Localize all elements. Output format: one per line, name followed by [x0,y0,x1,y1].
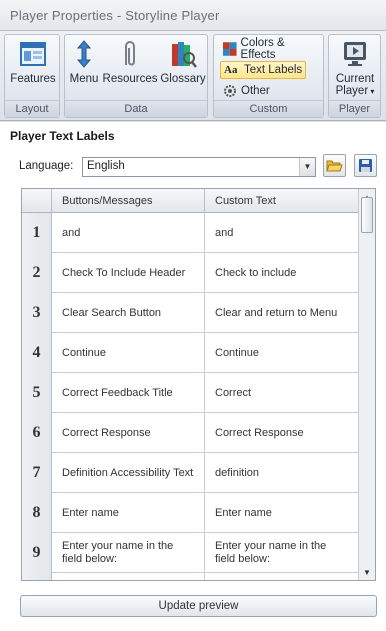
colors-effects-button[interactable]: Colors & Effects [220,37,323,61]
group-label-custom: Custom [214,100,323,117]
panel-title: Player Text Labels [10,129,115,143]
custom-text-cell[interactable]: Check to include [205,253,359,293]
ribbon-group-custom: Colors & Effects Aa Text Labels Other Cu… [213,34,324,118]
language-select[interactable]: English ▼ [82,157,316,177]
paperclip-icon [125,41,135,66]
ribbon-group-data: Menu Resources Glossary Data [64,34,208,118]
menu-button[interactable]: Menu [68,39,100,85]
custom-text-cell[interactable]: Enter name [205,493,359,533]
dropdown-arrow-icon: ▾ [368,87,375,96]
row-number-header [22,189,52,213]
column-header-messages[interactable]: Buttons/Messages [52,189,205,213]
language-value: English [87,160,125,172]
table-row[interactable]: 4 Continue Continue [22,333,359,373]
text-labels-button[interactable]: Aa Text Labels [220,61,307,79]
save-disk-icon [359,159,372,172]
row-number: 9 [22,533,52,573]
colors-effects-icon [223,42,237,56]
custom-text-cell[interactable]: Continue [205,333,359,373]
menu-icon [76,40,92,68]
glossary-button[interactable]: Glossary [159,39,207,85]
custom-text-cell[interactable]: Correct [205,373,359,413]
table-row[interactable]: 3 Clear Search Button Clear and return t… [22,293,359,333]
column-header-custom[interactable]: Custom Text [205,189,359,213]
row-number: 3 [22,293,52,333]
ribbon-group-layout: Features Layout [4,34,60,118]
custom-text-cell[interactable]: definition [205,453,359,493]
grid-header: Buttons/Messages Custom Text [22,189,359,213]
group-label-data: Data [65,100,207,117]
message-cell: Enter your name in the field below: [52,533,205,573]
gear-icon [224,85,236,97]
grid-rows: 1 and and 2 Check To Include Header Chec… [22,213,359,580]
other-button[interactable]: Other [220,82,273,100]
message-cell: Continue [52,333,205,373]
text-labels-grid: Buttons/Messages Custom Text 1 and and 2… [21,188,376,581]
custom-text-cell[interactable]: Clear and return to Menu [205,293,359,333]
ribbon-group-player: Current Player ▾ Player [328,34,381,118]
current-player-button[interactable]: Current Player ▾ [330,39,380,97]
message-cell: Check To Include Header [52,253,205,293]
message-cell: Correct Response [52,413,205,453]
message-cell: and [52,213,205,253]
row-number: 6 [22,413,52,453]
language-label: Language: [19,160,74,172]
table-row[interactable] [22,573,359,580]
text-labels-icon: Aa [224,64,238,76]
message-cell: Enter name [52,493,205,533]
table-row[interactable]: 8 Enter name Enter name [22,493,359,533]
row-number: 8 [22,493,52,533]
message-cell: Correct Feedback Title [52,373,205,413]
chevron-down-icon[interactable]: ▼ [299,158,315,176]
scroll-down-icon[interactable]: ▼ [359,564,375,580]
table-row[interactable]: 2 Check To Include Header Check to inclu… [22,253,359,293]
ribbon-toolbar: Features Layout Menu Resources Glossary … [0,31,386,121]
group-label-player: Player [329,100,380,117]
features-icon [20,42,46,66]
row-number: 7 [22,453,52,493]
player-monitor-icon [344,42,366,66]
text-labels-panel: Player Text Labels Language: English ▼ B… [0,122,386,631]
row-number: 2 [22,253,52,293]
table-row[interactable]: 9 Enter your name in the field below: En… [22,533,359,573]
message-cell: Clear Search Button [52,293,205,333]
folder-open-icon [326,160,343,172]
row-number [22,573,52,580]
row-number: 1 [22,213,52,253]
vertical-scrollbar[interactable]: ▲ ▼ [358,189,375,580]
update-preview-button[interactable]: Update preview [20,595,377,617]
resources-button[interactable]: Resources [102,39,158,85]
table-row[interactable]: 1 and and [22,213,359,253]
table-row[interactable]: 7 Definition Accessibility Text definiti… [22,453,359,493]
table-row[interactable]: 6 Correct Response Correct Response [22,413,359,453]
table-row[interactable]: 5 Correct Feedback Title Correct [22,373,359,413]
glossary-books-icon [172,42,197,68]
custom-text-cell[interactable]: Enter your name in the field below: [205,533,359,573]
message-cell: Definition Accessibility Text [52,453,205,493]
open-language-button[interactable] [323,154,346,177]
custom-text-cell[interactable]: Correct Response [205,413,359,453]
window-title: Player Properties - Storyline Player [0,0,386,31]
row-number: 4 [22,333,52,373]
custom-text-cell[interactable]: and [205,213,359,253]
row-number: 5 [22,373,52,413]
features-button[interactable]: Features [7,39,59,85]
custom-text-cell[interactable] [205,573,359,580]
group-label-layout: Layout [5,100,59,117]
save-language-button[interactable] [354,154,377,177]
message-cell [52,573,205,580]
scrollbar-thumb[interactable] [361,197,373,233]
